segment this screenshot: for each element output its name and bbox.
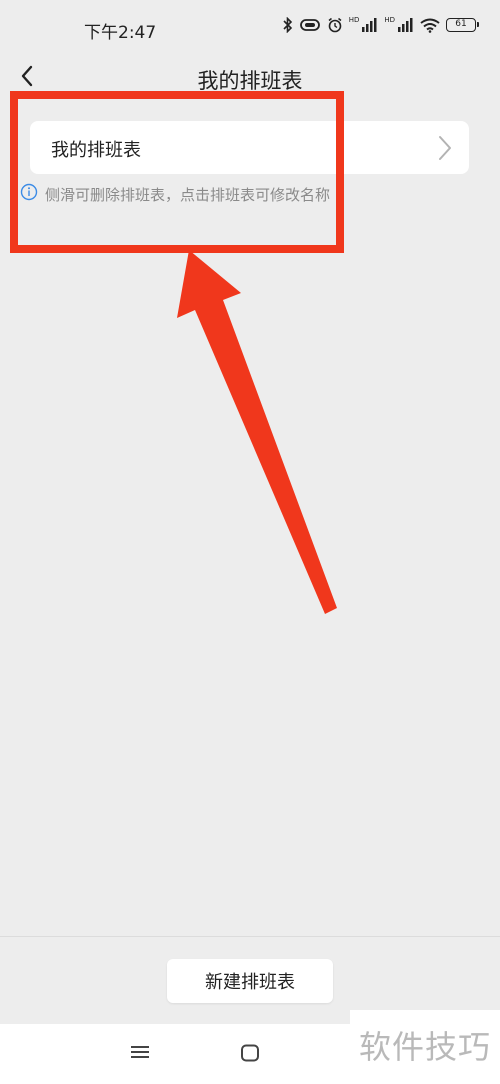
hd-label: HD	[348, 16, 360, 24]
menu-icon[interactable]	[130, 1044, 150, 1064]
alarm-icon	[327, 17, 343, 33]
battery-icon: 61	[446, 18, 479, 32]
wifi-icon	[420, 18, 440, 33]
status-icons: HD HD 61	[283, 16, 479, 33]
home-square-icon[interactable]	[240, 1044, 260, 1066]
status-time: 下午2:47	[84, 23, 157, 43]
battery-level: 61	[455, 19, 467, 29]
new-schedule-button[interactable]: 新建排班表	[167, 959, 333, 1003]
highlight-box	[10, 91, 344, 253]
signal-icon	[398, 18, 414, 32]
status-bar: 下午2:47 HD HD 61	[0, 0, 500, 56]
signal-icon	[362, 18, 378, 32]
watermark: 软件技巧	[350, 1010, 500, 1084]
vibrate-icon	[299, 18, 321, 32]
chevron-right-icon	[438, 135, 452, 165]
hd-label: HD	[384, 16, 395, 24]
bluetooth-icon	[283, 17, 293, 33]
